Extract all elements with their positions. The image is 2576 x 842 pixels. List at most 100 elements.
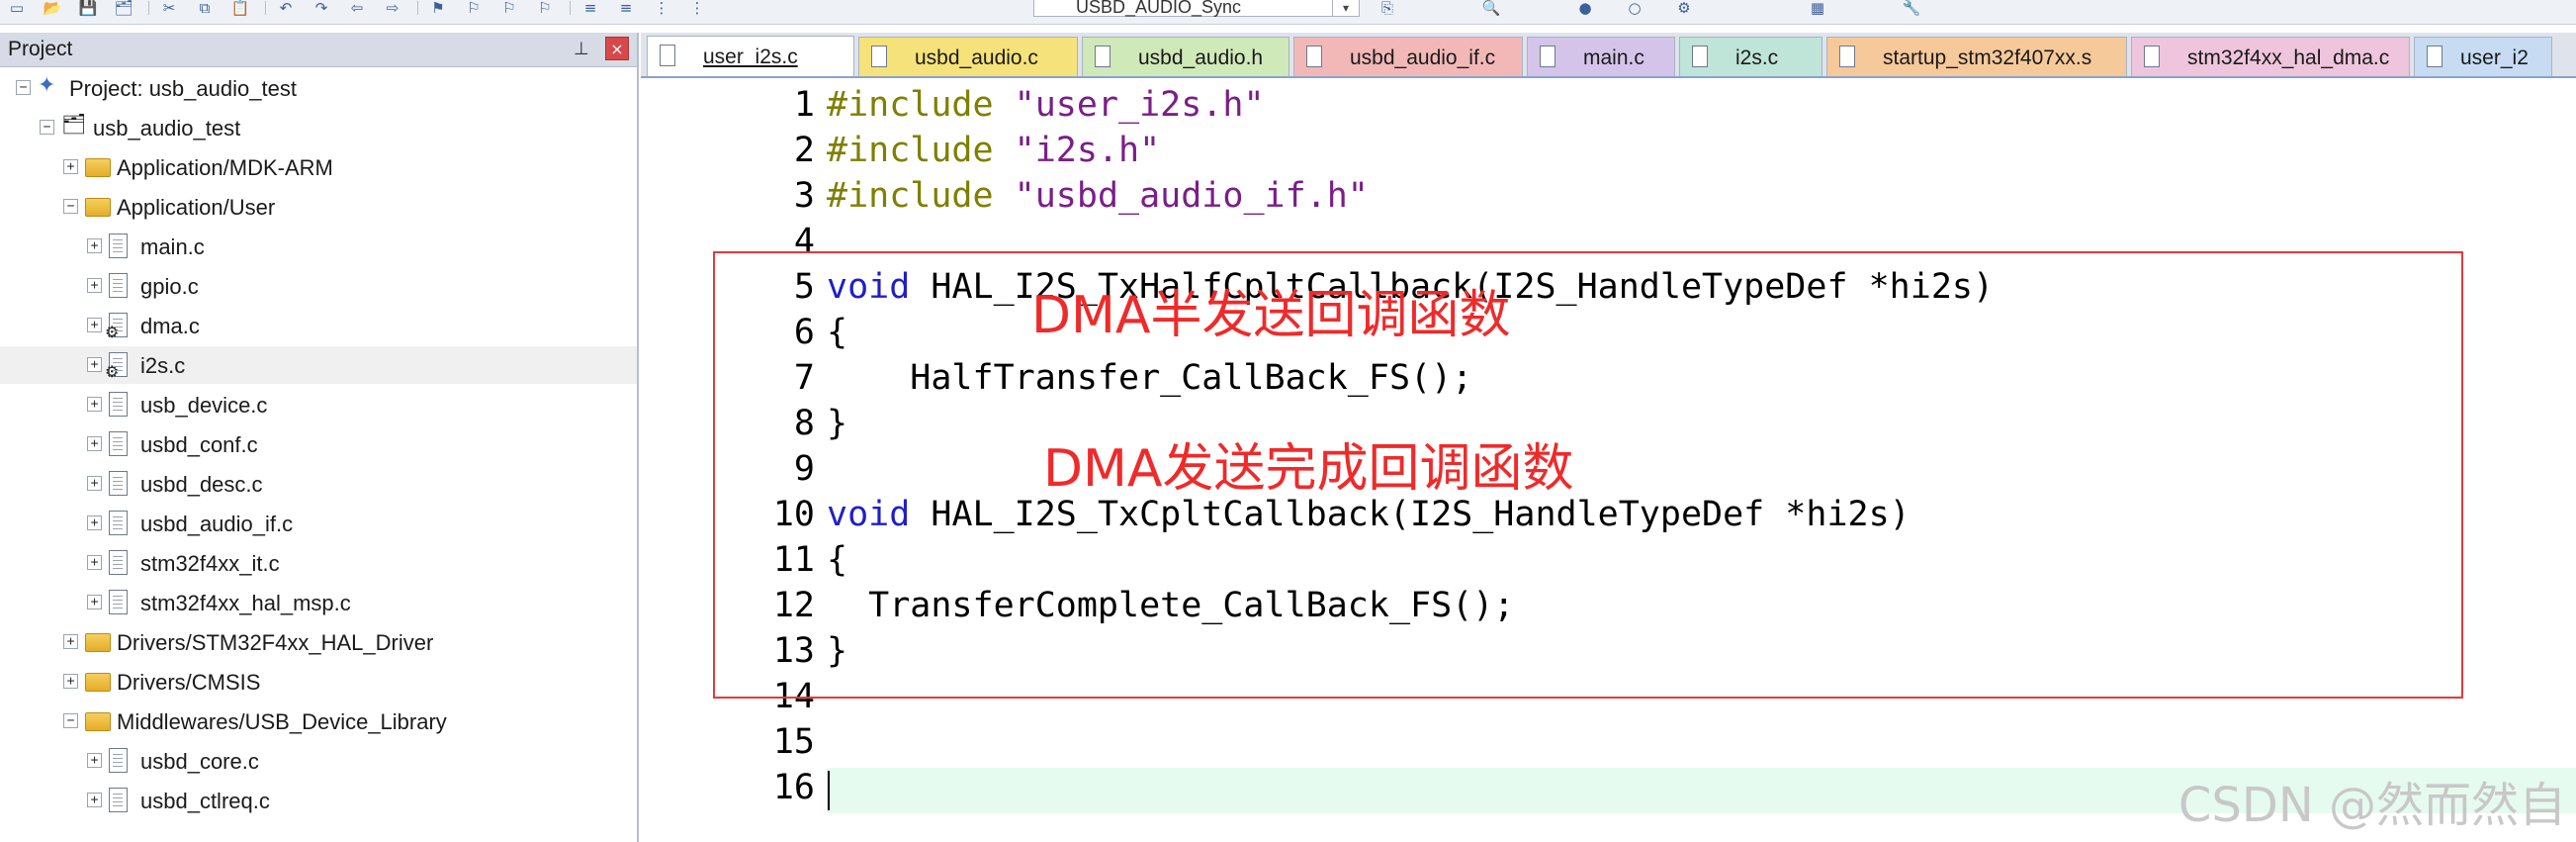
build-icon[interactable]: ⎘ (1375, 0, 1400, 17)
unindent-icon[interactable]: ≡ (613, 0, 639, 17)
redo-icon[interactable]: ↷ (309, 0, 334, 17)
tree-item-label: usbd_desc.c (140, 472, 263, 497)
editor-tab[interactable]: usbd_audio.c (858, 37, 1078, 76)
chevron-down-icon[interactable]: ▾ (1332, 0, 1359, 16)
indent-icon[interactable]: ≡ (577, 0, 603, 17)
next-bookmark-icon[interactable]: ⚐ (496, 0, 522, 17)
expand-icon[interactable]: + (87, 278, 102, 293)
collapse-icon[interactable]: − (63, 713, 78, 728)
forward-icon[interactable]: ⇨ (380, 0, 405, 17)
tree-file[interactable]: + usbd_ctlreq.c (0, 782, 637, 819)
editor-tab-label: usbd_audio.h (1138, 47, 1264, 69)
file-icon: ⚙ (105, 352, 128, 381)
collapse-icon[interactable]: − (63, 199, 78, 214)
expand-icon[interactable]: + (87, 793, 102, 807)
uncomment-icon[interactable]: ⋮ (684, 0, 710, 17)
editor-tab-label: main.c (1583, 47, 1644, 69)
editor-tab-label: usbd_audio_if.c (1350, 47, 1496, 69)
tree-file[interactable]: + usbd_core.c (0, 742, 637, 780)
run-icon[interactable]: ○ (1622, 0, 1647, 17)
editor-tab-label: startup_stm32f407xx.s (1883, 47, 2092, 69)
editor-tab[interactable]: main.c (1527, 37, 1675, 76)
editor-tab[interactable]: usbd_audio.h (1082, 37, 1289, 76)
expand-icon[interactable]: + (87, 436, 102, 451)
expand-icon[interactable]: + (87, 318, 102, 332)
code-token: "user_i2s.h" (1014, 85, 1265, 125)
code-line[interactable]: #include "i2s.h" (827, 128, 1160, 173)
code-editor[interactable]: 1 2 3 4 5 6 7 8 9 10 11 12 13 14 15 16 #include "user_i… (641, 78, 2576, 842)
wrench-icon[interactable]: 🔧 (1899, 0, 1924, 17)
comment-icon[interactable]: ⋮ (649, 0, 674, 17)
tree-group[interactable]: + Application/MDK-ARM (0, 148, 637, 186)
tree-file[interactable]: + stm32f4xx_it.c (0, 544, 637, 582)
tree-file[interactable]: + usbd_conf.c (0, 425, 637, 463)
paste-icon[interactable]: 📋 (227, 0, 253, 17)
expand-icon[interactable]: + (87, 595, 102, 609)
pin-icon[interactable]: ⊥ (574, 39, 589, 59)
tree-file[interactable]: + ⚙ dma.c (0, 307, 637, 344)
prev-bookmark-icon[interactable]: ⚐ (461, 0, 487, 17)
tree-file[interactable]: + usbd_audio_if.c (0, 505, 637, 542)
tree-file[interactable]: + main.c (0, 228, 637, 265)
editor-tab[interactable]: i2s.c (1679, 37, 1822, 76)
copy-icon[interactable]: ⧉ (192, 0, 218, 17)
collapse-icon[interactable]: − (16, 80, 31, 95)
editor-tab[interactable]: user_i2 (2414, 37, 2552, 76)
clear-bookmarks-icon[interactable]: ⚐ (532, 0, 558, 17)
tree-target[interactable]: − 🗂 usb_audio_test (0, 109, 637, 146)
collapse-icon[interactable]: − (40, 120, 54, 135)
target-select[interactable]: USBD_AUDIO_Sync ▾ (1033, 0, 1360, 17)
file-icon (1839, 46, 1855, 67)
tree-file[interactable]: + usb_device.c (0, 386, 637, 423)
save-icon[interactable]: 💾 (75, 0, 101, 17)
tree-item-label: usbd_audio_if.c (140, 512, 294, 536)
expand-icon[interactable]: + (87, 238, 102, 253)
expand-icon[interactable]: + (63, 634, 78, 649)
settings-icon[interactable]: ⚙ (1671, 0, 1697, 17)
code-line[interactable]: #include "usbd_audio_if.h" (827, 173, 1369, 219)
expand-icon[interactable]: + (87, 515, 102, 530)
tree-file[interactable]: + ⚙ i2s.c (0, 346, 637, 384)
expand-icon[interactable]: + (63, 674, 78, 689)
tree-item-label: Application/MDK-ARM (117, 155, 333, 180)
editor-tab-label: stm32f4xx_hal_dma.c (2187, 47, 2390, 69)
tree-group[interactable]: + Drivers/CMSIS (0, 663, 637, 701)
file-icon (871, 46, 887, 67)
code-line[interactable]: #include "user_i2s.h" (827, 82, 1265, 128)
bookmark-icon[interactable]: ⚑ (425, 0, 451, 17)
line-number: 16 (772, 768, 815, 807)
cut-icon[interactable]: ✂ (156, 0, 182, 17)
tree-project[interactable]: − ✦ Project: usb_audio_test (0, 69, 637, 107)
line-number: 3 (793, 176, 815, 216)
editor-tab[interactable]: startup_stm32f407xx.s (1826, 37, 2127, 76)
tree-group[interactable]: − Application/User (0, 188, 637, 226)
expand-icon[interactable]: + (87, 357, 102, 372)
expand-icon[interactable]: + (87, 555, 102, 570)
editor-tab[interactable]: stm32f4xx_hal_dma.c (2131, 37, 2410, 76)
new-file-icon[interactable]: ▭ (4, 0, 30, 17)
expand-icon[interactable]: + (87, 753, 102, 768)
expand-icon[interactable]: + (87, 476, 102, 491)
folder-icon (85, 158, 111, 177)
expand-icon[interactable]: + (87, 397, 102, 412)
tree-file[interactable]: + stm32f4xx_hal_msp.c (0, 584, 637, 621)
save-all-icon[interactable]: 🗂 (111, 0, 136, 17)
editor-tab[interactable]: usbd_audio_if.c (1293, 37, 1523, 76)
tree-group[interactable]: − Middlewares/USB_Device_Library (0, 702, 637, 740)
tree-group[interactable]: + Drivers/STM32F4xx_HAL_Driver (0, 623, 637, 661)
undo-icon[interactable]: ↶ (273, 0, 299, 17)
file-icon (1095, 46, 1110, 67)
find-icon[interactable]: 🔍 (1478, 0, 1504, 17)
editor-tab[interactable]: user_i2s.c (647, 36, 854, 76)
back-icon[interactable]: ⇦ (344, 0, 370, 17)
editor-tab-label: user_i2 (2460, 47, 2529, 69)
debug-icon[interactable]: ● (1572, 0, 1598, 17)
tree-file[interactable]: + usbd_desc.c (0, 465, 637, 503)
tree-file[interactable]: + gpio.c (0, 267, 637, 305)
open-icon[interactable]: 📂 (40, 0, 65, 17)
close-icon[interactable]: × (605, 37, 629, 60)
expand-icon[interactable]: + (63, 159, 78, 174)
target-icon: 🗂 (61, 114, 87, 136)
window-icon[interactable]: ▦ (1805, 0, 1830, 17)
project-icon: ✦ (38, 72, 56, 97)
